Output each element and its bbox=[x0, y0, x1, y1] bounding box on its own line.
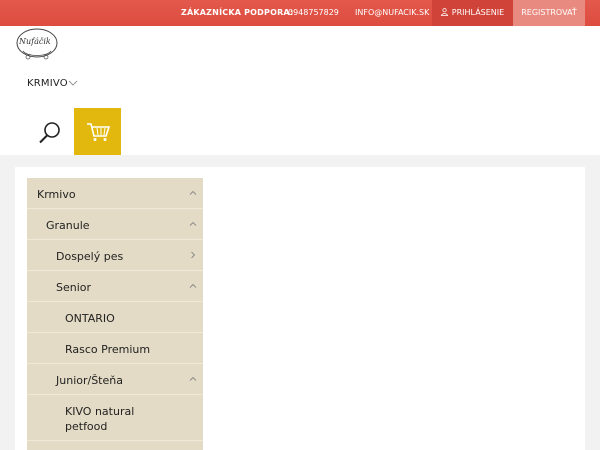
sidebar-item-label: Dospelý pes bbox=[56, 250, 124, 263]
chevron-up-icon[interactable] bbox=[189, 189, 197, 197]
cart-icon bbox=[87, 123, 110, 141]
chevron-down-icon[interactable] bbox=[68, 79, 78, 87]
chevron-up-icon[interactable] bbox=[189, 282, 197, 290]
sidebar-item-label: ONTARIO bbox=[65, 312, 115, 325]
sidebar-item-label: Senior bbox=[56, 281, 92, 294]
sidebar-item-granule[interactable]: Granule bbox=[27, 209, 203, 240]
chevron-right-icon[interactable] bbox=[189, 251, 197, 259]
sidebar-item-label: KIVO natural petfood bbox=[65, 405, 135, 433]
chevron-up-icon[interactable] bbox=[189, 375, 197, 383]
sidebar-item-ontario[interactable]: ONTARIO bbox=[27, 302, 203, 333]
login-button[interactable]: PRIHLÁSENIE bbox=[432, 0, 513, 26]
support-email-link[interactable]: INFO@NUFACIK.SK bbox=[355, 0, 429, 26]
login-label: PRIHLÁSENIE bbox=[451, 8, 505, 17]
sidebar-item-senior[interactable]: Senior bbox=[27, 271, 203, 302]
sidebar-item-kivo-natural-petfood[interactable]: KIVO natural petfood bbox=[27, 395, 203, 441]
chevron-up-icon[interactable] bbox=[189, 220, 197, 228]
top-bar: ZÁKAZNÍCKA PODPORA: 0948757829 INFO@NUFA… bbox=[0, 0, 600, 26]
sidebar-item-junior-stena[interactable]: Junior/Šteňa bbox=[27, 364, 203, 395]
sidebar-item-label: Rasco Premium bbox=[65, 343, 151, 356]
support-phone-link[interactable]: 0948757829 bbox=[288, 0, 339, 26]
logo-text: Nufáčik bbox=[19, 37, 51, 46]
sidebar-item-label: Granule bbox=[46, 219, 90, 232]
cart-button[interactable] bbox=[74, 108, 121, 155]
sidebar-item-label: Junior/Šteňa bbox=[56, 374, 123, 387]
register-button[interactable]: REGISTROVAŤ bbox=[513, 0, 585, 26]
user-icon bbox=[440, 8, 448, 16]
category-sidebar: Krmivo Granule Dospelý pes Senior ONTARI… bbox=[27, 178, 203, 450]
support-label: ZÁKAZNÍCKA PODPORA: bbox=[181, 8, 294, 17]
sidebar-item-dospely-pes[interactable]: Dospelý pes bbox=[27, 240, 203, 271]
site-header: Nufáčik KRMIVO bbox=[0, 26, 600, 155]
nav-item-krmivo[interactable]: KRMIVO bbox=[27, 78, 68, 89]
sidebar-item-label: Krmivo bbox=[37, 188, 76, 201]
sidebar-item-rasco-premium[interactable]: Rasco Premium bbox=[27, 333, 203, 364]
search-icon[interactable] bbox=[38, 121, 62, 145]
sidebar-item-krmivo[interactable]: Krmivo bbox=[27, 178, 203, 209]
